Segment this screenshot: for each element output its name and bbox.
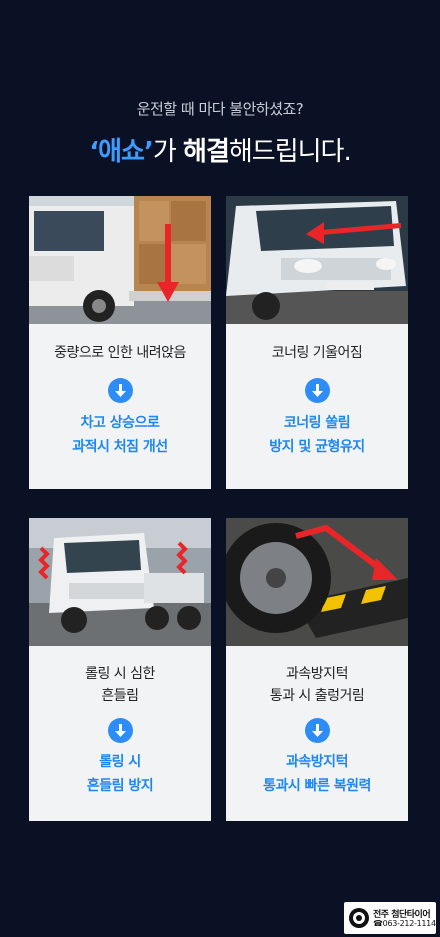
problem-text: 과속방지턱 통과 시 출렁거림 — [269, 666, 365, 704]
title-ga: 가 — [152, 137, 184, 167]
problem-text: 롤링 시 심한 흔들림 — [85, 666, 155, 704]
solution-text: 롤링 시 흔들림 방지 — [86, 754, 154, 794]
title-bold: 해결 — [183, 137, 230, 167]
arrow-down-icon — [107, 378, 133, 403]
subtitle: 운전할 때 마다 불안하셨죠? — [136, 100, 304, 118]
title-quote: ‘애쇼’ — [89, 137, 154, 167]
truck-rolling-photo — [29, 518, 211, 646]
solution-text: 코너링 쏠림 방지 및 균형유지 — [269, 415, 365, 455]
feature-card-speedbump: 과속방지턱 통과 시 출렁거림 과속방지턱 통과시 빠른 복원력 — [226, 518, 408, 821]
arrow-down-icon — [304, 378, 330, 403]
solution-text: 차고 상승으로 과적시 처짐 개선 — [72, 415, 168, 455]
shop-badge[interactable]: 전주 첨단타이어 ☎063-212-1114 — [344, 902, 436, 934]
title-rest: 해드립니다. — [228, 137, 352, 167]
problem-text: 중량으로 인한 내려앉음 — [54, 345, 186, 361]
truck-load-photo — [29, 196, 211, 324]
arrow-down-icon — [107, 718, 133, 743]
feature-card-rolling: 롤링 시 심한 흔들림 롤링 시 흔들림 방지 — [29, 518, 211, 821]
truck-cornering-photo — [226, 196, 408, 324]
feature-card-weight: 중량으로 인한 내려앉음 차고 상승으로 과적시 처짐 개선 — [29, 196, 211, 489]
wheel-speedbump-photo — [226, 518, 408, 646]
feature-card-cornering: 코너링 기울어짐 코너링 쏠림 방지 및 균형유지 — [226, 196, 408, 489]
shop-phone: ☎063-212-1114 — [373, 919, 436, 928]
arrow-down-icon — [304, 718, 330, 743]
page-title: ‘애쇼’가 해결해드립니다. — [0, 131, 440, 168]
tire-logo-icon — [348, 907, 370, 929]
header: 운전할 때 마다 불안하셨죠? ‘애쇼’가 해결해드립니다. — [0, 98, 440, 168]
problem-text: 코너링 기울어짐 — [271, 345, 363, 361]
solution-text: 과속방지턱 통과시 빠른 복원력 — [263, 754, 371, 794]
